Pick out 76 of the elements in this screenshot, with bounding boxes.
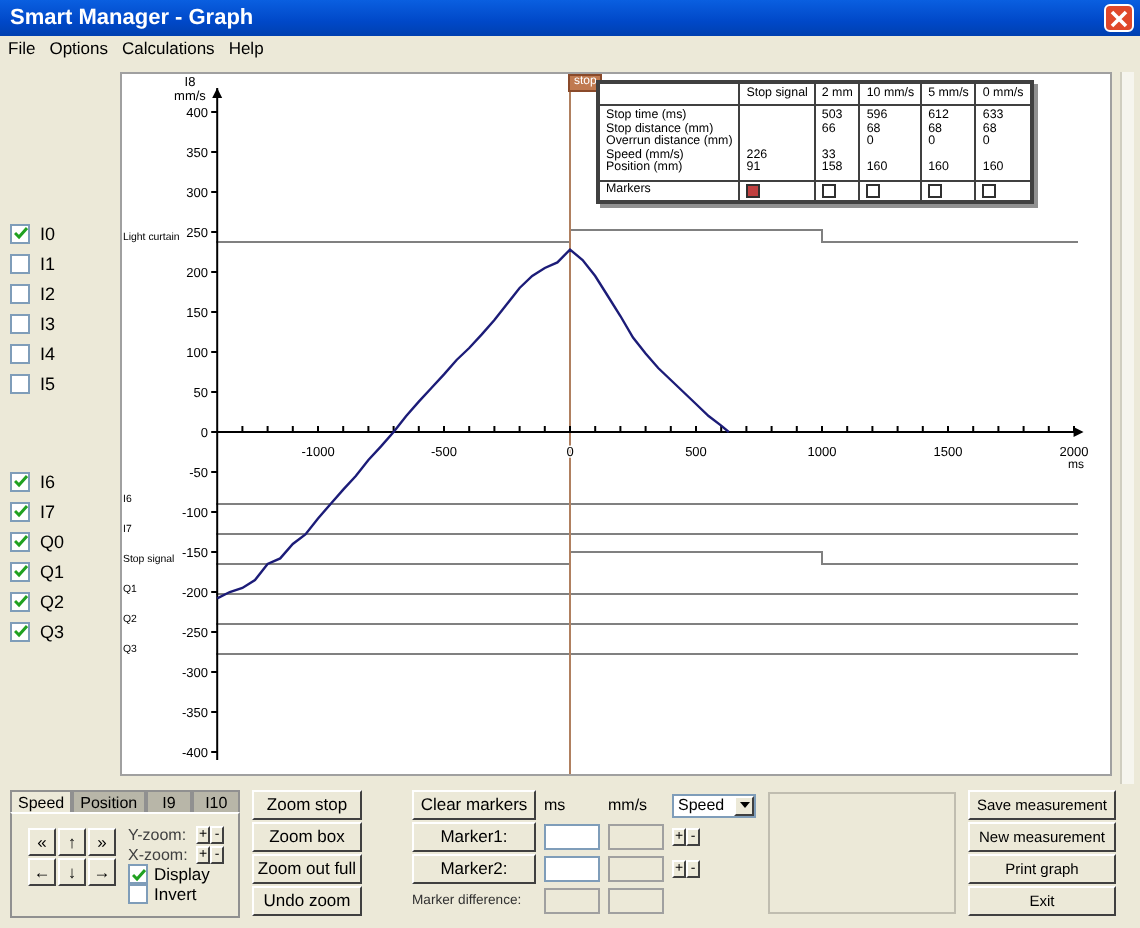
checkbox[interactable] (10, 621, 30, 641)
check-icon (13, 534, 27, 548)
clear-markers-button[interactable]: Clear markers (412, 790, 536, 820)
channel-label: I5 (40, 373, 56, 393)
close-button[interactable] (1104, 4, 1134, 32)
zoom-button[interactable]: Zoom stop (252, 790, 362, 820)
channel-label: I6 (40, 471, 56, 491)
ms-field[interactable] (544, 824, 600, 850)
checkbox[interactable] (10, 313, 30, 333)
check-icon (13, 564, 27, 578)
channel-label: I4 (40, 343, 56, 363)
marker-button[interactable]: Marker2: (412, 854, 536, 884)
channel-label: I3 (40, 313, 56, 333)
tab[interactable]: I9 (145, 790, 193, 812)
marker-button[interactable]: Marker1: (412, 822, 536, 852)
window-title: Smart Manager - Graph (10, 6, 254, 30)
option-label: Display (154, 864, 210, 884)
check-icon (13, 504, 27, 518)
channel-label: Q1 (40, 561, 65, 581)
tab[interactable]: Speed (10, 790, 73, 812)
channel-label: Q2 (40, 591, 65, 611)
column-label: ms (544, 796, 568, 814)
channel-label: I0 (40, 223, 56, 243)
column-label: mm/s (608, 796, 650, 814)
marker-checkbox[interactable] (928, 183, 943, 198)
checkbox[interactable] (10, 253, 30, 273)
check-icon (13, 594, 27, 608)
checkbox[interactable] (10, 373, 30, 393)
channel-label: I2 (40, 283, 56, 303)
arrow-button[interactable]: ↑ (58, 828, 86, 856)
marker-checkbox[interactable] (982, 183, 997, 198)
checkbox[interactable] (10, 343, 30, 363)
channel-label: I7 (40, 501, 56, 521)
channel-label: I1 (40, 253, 56, 273)
check-icon (13, 226, 27, 240)
checkbox[interactable] (10, 283, 30, 303)
tab[interactable]: I10 (192, 790, 240, 812)
speed-field (608, 888, 664, 914)
dropdown-arrow-icon (739, 802, 749, 808)
channel-label: Q3 (40, 621, 65, 641)
arrow-button[interactable]: ↓ (58, 858, 86, 886)
check-icon (131, 867, 145, 881)
checkbox[interactable] (10, 471, 30, 491)
checkbox[interactable] (128, 884, 148, 904)
checkbox[interactable] (10, 501, 30, 521)
zoom-button[interactable]: Zoom out full (252, 854, 362, 884)
arrow-button[interactable]: « (28, 828, 56, 856)
checkbox[interactable] (10, 561, 30, 581)
menu-item[interactable]: Help (228, 38, 264, 58)
menu-item[interactable]: Options (49, 38, 108, 58)
channel-label: Q0 (40, 531, 65, 551)
checkbox[interactable] (128, 864, 148, 884)
checkbox[interactable] (10, 223, 30, 243)
menu-item[interactable]: Calculations (122, 38, 215, 58)
checkbox[interactable] (10, 531, 30, 551)
channel-dropdown[interactable]: Speed (672, 793, 756, 817)
close-icon (1110, 9, 1128, 27)
zoom-button[interactable]: Undo zoom (252, 886, 362, 916)
marker-checkbox[interactable] (866, 183, 881, 198)
option-label: Invert (154, 884, 197, 904)
checkbox[interactable] (10, 591, 30, 611)
check-icon (13, 474, 27, 488)
marker-checkbox[interactable] (746, 183, 761, 198)
zoom-button[interactable]: Zoom box (252, 822, 362, 852)
speed-field (608, 856, 664, 882)
zoom-label: X-zoom: (128, 845, 190, 863)
speed-field (608, 824, 664, 850)
check-icon (13, 624, 27, 638)
marker-checkbox[interactable] (821, 183, 836, 198)
arrow-button[interactable]: → (88, 858, 116, 886)
arrow-button[interactable]: » (88, 828, 116, 856)
ms-field[interactable] (544, 856, 600, 882)
tab[interactable]: Position (72, 790, 146, 812)
zoom-label: Y-zoom: (128, 825, 189, 843)
arrow-button[interactable]: ← (28, 858, 56, 886)
menu-item[interactable]: File (8, 38, 36, 58)
